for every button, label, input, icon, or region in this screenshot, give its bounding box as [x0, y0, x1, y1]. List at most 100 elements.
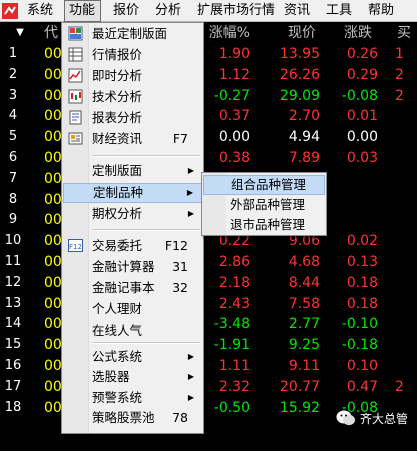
menu-news[interactable]: 资讯 — [284, 0, 310, 22]
row-index: 7 — [8, 170, 18, 186]
menu-item-online-popularity[interactable]: 在线人气 — [63, 321, 202, 341]
row-index: 17 — [4, 378, 22, 394]
menu-system[interactable]: 系统 — [27, 0, 53, 22]
menu-analysis[interactable]: 分析 — [155, 0, 181, 22]
row-index: 15 — [4, 337, 22, 353]
submenu-item-combo-manage[interactable]: 组合品种管理 — [203, 175, 325, 195]
submenu-item-delisted-manage[interactable]: 退市品种管理 — [203, 215, 325, 235]
menu-item-finance-calculator[interactable]: 金融计算器 31 — [63, 257, 202, 277]
current-price: 8.44 — [288, 274, 320, 291]
watermark: 齐大总管 — [336, 408, 414, 428]
menu-item-label: 即时分析 — [92, 68, 143, 83]
price-change: 0.03 — [346, 150, 378, 166]
current-price: 13.95 — [279, 46, 320, 62]
row-index: 8 — [8, 191, 18, 207]
bid-column: 2 — [395, 66, 404, 83]
menu-item-custom-layout[interactable]: 定制版面 ▶ — [63, 161, 202, 181]
submenu-arrow-icon: ▶ — [187, 209, 194, 218]
menu-item-alert-system[interactable]: 预警系统 ▶ — [63, 388, 202, 408]
menu-item-recent-layout[interactable]: 最近定制版面 — [63, 24, 202, 44]
menu-separator — [92, 342, 200, 344]
realtime-chart-icon — [68, 68, 83, 83]
menu-tools[interactable]: 工具 — [326, 0, 352, 22]
layout-icon — [68, 26, 83, 41]
menu-item-label: 最近定制版面 — [92, 26, 168, 41]
menu-item-technical-analysis[interactable]: 技术分析 — [63, 87, 202, 107]
change-percent: -0.27 — [213, 87, 250, 104]
menu-item-label: 江恩分析系统 — [92, 433, 168, 448]
row-index: 10 — [4, 233, 22, 249]
current-price: 7.89 — [288, 150, 320, 166]
menu-item-label: 金融记事本 — [92, 280, 155, 295]
column-header-price[interactable]: 现价 — [262, 23, 316, 43]
change-percent: 2.32 — [218, 378, 250, 395]
menu-item-strategy-pool[interactable]: 策略股票池 78 — [63, 408, 202, 428]
menu-function[interactable]: 功能 — [64, 0, 101, 22]
menu-quote[interactable]: 报价 — [113, 0, 139, 22]
row-index: 12 — [4, 274, 22, 290]
current-price: 7.58 — [288, 295, 320, 312]
column-header-more[interactable]: 买 — [397, 23, 417, 43]
change-percent: -1.91 — [213, 337, 250, 354]
menu-separator — [92, 155, 200, 157]
change-percent: 1.12 — [218, 66, 250, 83]
menu-bar: 系统 功能 报价 分析 扩展市场行情 资讯 工具 帮助 — [0, 0, 417, 22]
price-change: -0.10 — [341, 316, 378, 333]
menu-item-trade-order[interactable]: F12 交易委托 F12 — [63, 236, 202, 256]
change-percent: 1.11 — [218, 358, 250, 374]
custom-symbols-submenu: 组合品种管理 外部品种管理 退市品种管理 — [201, 172, 327, 236]
menu-item-label: 预警系统 — [92, 390, 143, 405]
menu-item-custom-symbols[interactable]: 定制品种 ▶ — [63, 183, 202, 203]
menu-item-label: 在线人气 — [92, 323, 143, 338]
price-change: -0.18 — [341, 337, 378, 354]
menu-item-formula-system[interactable]: 公式系统 ▶ — [63, 347, 202, 367]
menu-separator — [92, 229, 200, 231]
menu-item-shortcut: F7 — [172, 131, 188, 146]
row-index: 2 — [8, 66, 18, 82]
candlestick-icon — [68, 89, 83, 104]
current-price: 29.09 — [279, 87, 320, 104]
menu-item-label: 定制版面 — [92, 163, 143, 178]
price-change: 0.29 — [346, 66, 378, 83]
menu-item-report-analysis[interactable]: 报表分析 — [63, 108, 202, 128]
submenu-arrow-icon: ▶ — [187, 166, 194, 175]
menu-item-options-analysis[interactable]: 期权分析 ▶ — [63, 204, 202, 224]
change-percent: 0.37 — [218, 108, 250, 125]
change-percent: -0.50 — [213, 399, 250, 416]
menu-item-finance-news[interactable]: 财经资讯 F7 — [63, 129, 202, 149]
menu-item-quote[interactable]: 行情报价 — [63, 45, 202, 65]
row-index: 14 — [4, 316, 22, 332]
change-percent: 2.18 — [218, 274, 250, 291]
current-price: 9.11 — [288, 358, 320, 374]
menu-item-finance-notebook[interactable]: 金融记事本 32 — [63, 278, 202, 298]
menu-item-realtime-analysis[interactable]: 即时分析 — [63, 66, 202, 86]
function-menu: 最近定制版面 行情报价 即时分析 技术分析 报表分析 财经资讯 F7 定制版面 ▶ 定制品种 ▶ 期权… — [61, 22, 204, 448]
bid-column: 1 — [395, 46, 404, 62]
menu-item-label: 选股器 — [92, 369, 130, 384]
watermark-text: 齐大总管 — [360, 412, 409, 426]
menu-help[interactable]: 帮助 — [368, 0, 394, 22]
column-header-change[interactable]: 涨跌 — [322, 23, 372, 43]
row-index: 5 — [8, 129, 18, 145]
menu-item-shortcut: 32 — [172, 280, 188, 295]
menu-item-shortcut: F12 — [164, 238, 188, 253]
menu-item-personal-finance[interactable]: 个人理财 — [63, 299, 202, 319]
menu-extended-market[interactable]: 扩展市场行情 — [197, 0, 275, 22]
menu-item-gann-analysis[interactable]: 江恩分析系统 — [63, 431, 202, 451]
current-price: 2.77 — [288, 316, 320, 333]
column-header-pct[interactable]: 涨幅% — [200, 23, 250, 43]
menu-item-label: 期权分析 — [92, 206, 143, 221]
submenu-item-external-manage[interactable]: 外部品种管理 — [203, 195, 325, 215]
submenu-arrow-icon: ▶ — [186, 188, 193, 197]
menu-item-shortcut: 78 — [172, 410, 188, 425]
sort-indicator-icon[interactable]: ▼ — [14, 23, 26, 43]
change-percent: -3.48 — [213, 316, 250, 333]
row-index: 9 — [8, 212, 18, 228]
price-change: 0.01 — [346, 108, 378, 125]
price-change: -0.08 — [341, 87, 378, 104]
row-index: 16 — [4, 358, 22, 373]
menu-item-stock-screener[interactable]: 选股器 ▶ — [63, 367, 202, 387]
menu-item-label: 个人理财 — [92, 301, 143, 316]
row-index: 11 — [4, 254, 22, 269]
change-percent: 2.86 — [218, 254, 250, 270]
